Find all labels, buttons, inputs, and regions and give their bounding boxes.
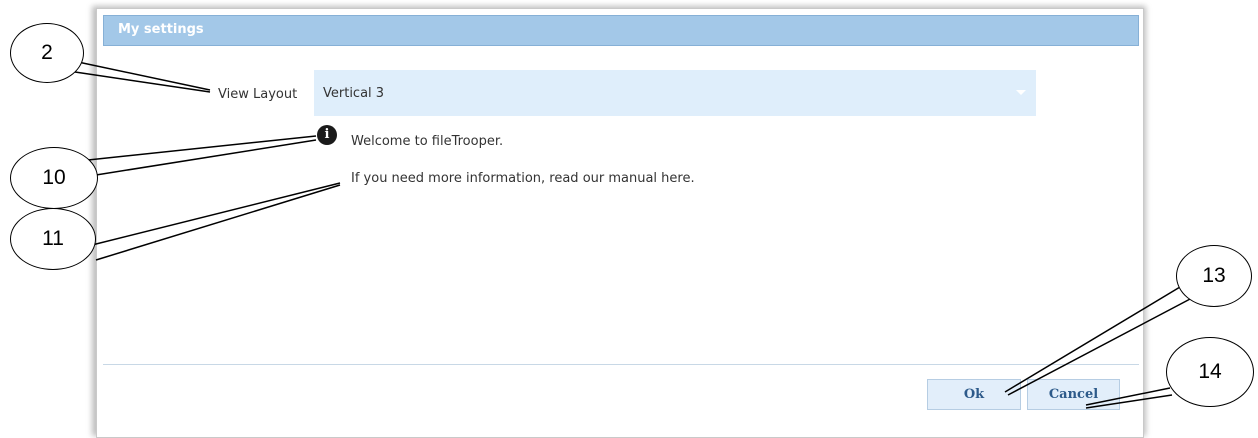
callout-11: 11 <box>10 208 96 270</box>
callout-10: 10 <box>10 147 98 209</box>
callout-leader-lines <box>74 61 1193 409</box>
callout-14: 14 <box>1166 337 1254 407</box>
callout-2: 2 <box>10 23 84 83</box>
callout-13: 13 <box>1176 245 1252 307</box>
